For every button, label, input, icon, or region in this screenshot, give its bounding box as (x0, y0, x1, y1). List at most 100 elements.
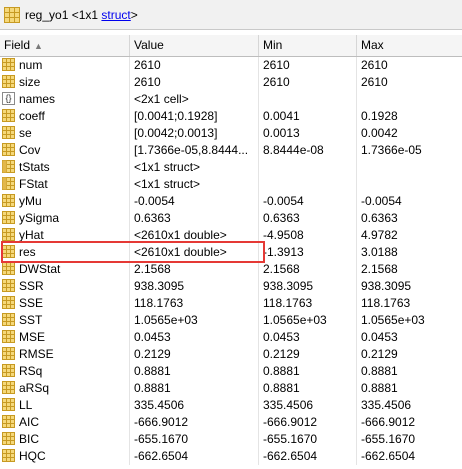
max-cell[interactable]: 2610 (357, 74, 462, 91)
table-row[interactable]: Cov [1.7366e-05,8.8444... 8.8444e-08 1.7366… (0, 142, 462, 159)
table-row[interactable]: DWStat 2.1568 2.1568 2.1568 (0, 261, 462, 278)
value-cell[interactable]: -655.1670 (130, 431, 259, 448)
value-cell[interactable]: -0.0054 (130, 193, 259, 210)
column-header-value[interactable]: Value (130, 35, 259, 56)
max-cell[interactable]: 1.0565e+03 (357, 312, 462, 329)
table-row[interactable]: aRSq 0.8881 0.8881 0.8881 (0, 380, 462, 397)
field-cell[interactable]: MSE (0, 329, 130, 346)
table-row[interactable]: num 2610 2610 2610 (0, 57, 462, 74)
min-cell[interactable]: 938.3095 (259, 278, 357, 295)
min-cell[interactable]: -662.6504 (259, 448, 357, 465)
max-cell[interactable] (357, 159, 462, 176)
field-cell[interactable]: num (0, 57, 130, 74)
min-cell[interactable] (259, 159, 357, 176)
value-cell[interactable]: <2610x1 double> (130, 244, 259, 261)
field-cell[interactable]: FStat (0, 176, 130, 193)
value-cell[interactable]: 0.0453 (130, 329, 259, 346)
min-cell[interactable]: -655.1670 (259, 431, 357, 448)
value-cell[interactable]: 1.0565e+03 (130, 312, 259, 329)
max-cell[interactable] (357, 91, 462, 108)
field-cell[interactable]: RSq (0, 363, 130, 380)
max-cell[interactable]: 0.8881 (357, 363, 462, 380)
value-cell[interactable]: -666.9012 (130, 414, 259, 431)
max-cell[interactable]: 0.1928 (357, 108, 462, 125)
value-cell[interactable]: 0.8881 (130, 363, 259, 380)
value-cell[interactable]: 0.8881 (130, 380, 259, 397)
max-cell[interactable]: 3.0188 (357, 244, 462, 261)
field-cell[interactable]: Cov (0, 142, 130, 159)
min-cell[interactable]: -4.9508 (259, 227, 357, 244)
max-cell[interactable]: 0.2129 (357, 346, 462, 363)
table-row[interactable]: BIC -655.1670 -655.1670 -655.1670 (0, 431, 462, 448)
value-cell[interactable]: 335.4506 (130, 397, 259, 414)
value-cell[interactable]: [0.0042;0.0013] (130, 125, 259, 142)
min-cell[interactable] (259, 91, 357, 108)
table-row[interactable]: AIC -666.9012 -666.9012 -666.9012 (0, 414, 462, 431)
min-cell[interactable]: 2.1568 (259, 261, 357, 278)
column-header-max[interactable]: Max (357, 35, 462, 56)
min-cell[interactable]: -0.0054 (259, 193, 357, 210)
min-cell[interactable]: 0.0041 (259, 108, 357, 125)
value-cell[interactable]: [1.7366e-05,8.8444... (130, 142, 259, 159)
column-header-field[interactable]: Field ▲ (0, 35, 130, 56)
max-cell[interactable]: 938.3095 (357, 278, 462, 295)
struct-class-link[interactable]: struct (101, 8, 130, 22)
min-cell[interactable]: 118.1763 (259, 295, 357, 312)
min-cell[interactable]: 0.0013 (259, 125, 357, 142)
min-cell[interactable]: 0.0453 (259, 329, 357, 346)
field-cell[interactable]: DWStat (0, 261, 130, 278)
field-cell[interactable]: coeff (0, 108, 130, 125)
table-row[interactable]: coeff [0.0041;0.1928] 0.0041 0.1928 (0, 108, 462, 125)
max-cell[interactable]: -662.6504 (357, 448, 462, 465)
value-cell[interactable]: 2610 (130, 74, 259, 91)
value-cell[interactable]: 2610 (130, 57, 259, 74)
max-cell[interactable]: 0.6363 (357, 210, 462, 227)
table-row[interactable]: SST 1.0565e+03 1.0565e+03 1.0565e+03 (0, 312, 462, 329)
table-row[interactable]: res <2610x1 double> -1.3913 3.0188 (0, 244, 462, 261)
field-cell[interactable]: se (0, 125, 130, 142)
min-cell[interactable]: 0.6363 (259, 210, 357, 227)
value-cell[interactable]: 118.1763 (130, 295, 259, 312)
table-row[interactable]: yMu -0.0054 -0.0054 -0.0054 (0, 193, 462, 210)
max-cell[interactable]: 118.1763 (357, 295, 462, 312)
table-row[interactable]: {} names <2x1 cell> (0, 91, 462, 108)
field-cell[interactable]: {} names (0, 91, 130, 108)
min-cell[interactable]: 0.8881 (259, 380, 357, 397)
field-cell[interactable]: yHat (0, 227, 130, 244)
field-cell[interactable]: yMu (0, 193, 130, 210)
field-cell[interactable]: SSR (0, 278, 130, 295)
max-cell[interactable]: 2610 (357, 57, 462, 74)
field-cell[interactable]: LL (0, 397, 130, 414)
table-row[interactable]: RMSE 0.2129 0.2129 0.2129 (0, 346, 462, 363)
field-cell[interactable]: BIC (0, 431, 130, 448)
field-cell[interactable]: AIC (0, 414, 130, 431)
max-cell[interactable]: 0.0453 (357, 329, 462, 346)
value-cell[interactable]: 0.2129 (130, 346, 259, 363)
column-header-min[interactable]: Min (259, 35, 357, 56)
table-row[interactable]: RSq 0.8881 0.8881 0.8881 (0, 363, 462, 380)
max-cell[interactable]: 0.8881 (357, 380, 462, 397)
value-cell[interactable]: <1x1 struct> (130, 176, 259, 193)
max-cell[interactable]: 0.0042 (357, 125, 462, 142)
value-cell[interactable]: 2.1568 (130, 261, 259, 278)
min-cell[interactable]: 2610 (259, 74, 357, 91)
max-cell[interactable] (357, 176, 462, 193)
table-row[interactable]: MSE 0.0453 0.0453 0.0453 (0, 329, 462, 346)
table-row[interactable]: se [0.0042;0.0013] 0.0013 0.0042 (0, 125, 462, 142)
table-row[interactable]: SSR 938.3095 938.3095 938.3095 (0, 278, 462, 295)
min-cell[interactable]: 8.8444e-08 (259, 142, 357, 159)
table-row[interactable]: yHat <2610x1 double> -4.9508 4.9782 (0, 227, 462, 244)
max-cell[interactable]: 1.7366e-05 (357, 142, 462, 159)
field-cell[interactable]: ySigma (0, 210, 130, 227)
min-cell[interactable]: -666.9012 (259, 414, 357, 431)
min-cell[interactable]: 2610 (259, 57, 357, 74)
value-cell[interactable]: 938.3095 (130, 278, 259, 295)
field-cell[interactable]: tStats (0, 159, 130, 176)
field-cell[interactable]: size (0, 74, 130, 91)
table-row[interactable]: SSE 118.1763 118.1763 118.1763 (0, 295, 462, 312)
max-cell[interactable]: 335.4506 (357, 397, 462, 414)
field-cell[interactable]: res (0, 244, 130, 261)
min-cell[interactable]: -1.3913 (259, 244, 357, 261)
field-cell[interactable]: HQC (0, 448, 130, 465)
field-cell[interactable]: aRSq (0, 380, 130, 397)
